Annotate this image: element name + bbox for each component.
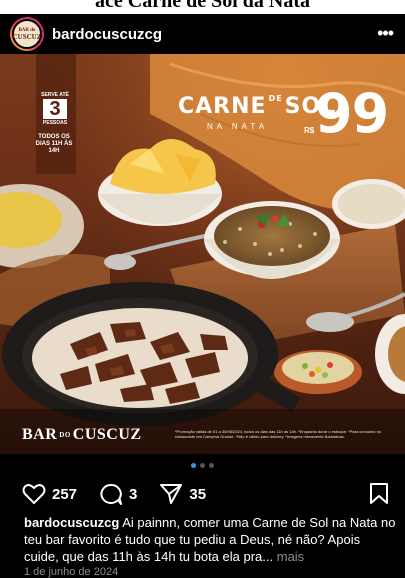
more-horizontal-icon[interactable]: ••• bbox=[377, 23, 394, 44]
legal-disclaimer: *Promoção válida de 01 a 30/06/2024, tod… bbox=[175, 429, 382, 439]
brand-logo: BAR DO CUSCUZ bbox=[22, 426, 142, 444]
share-action[interactable]: 35 bbox=[159, 483, 206, 505]
brand-do: DO bbox=[59, 431, 71, 440]
carousel-dot-active bbox=[191, 463, 196, 468]
title-part1: CARNE bbox=[178, 94, 267, 119]
comment-icon[interactable] bbox=[99, 483, 123, 505]
post-caption: bardocuscuzcg Ai painnn, comer uma Carne… bbox=[24, 514, 398, 565]
like-count[interactable]: 257 bbox=[52, 486, 77, 503]
caption-username[interactable]: bardocuscuzcg bbox=[24, 515, 119, 530]
badge-bottom-text: PESSOAS bbox=[42, 120, 68, 126]
previous-post-caption: ace Carne de Sol da Nata bbox=[95, 0, 310, 12]
promo-hours: TODOS OS DIAS 11H ÀS 14H bbox=[35, 134, 73, 154]
title-de: DE bbox=[268, 94, 283, 103]
caption-more-link[interactable]: mais bbox=[277, 549, 304, 564]
carousel-indicator bbox=[0, 463, 405, 469]
avatar-logo-text-bottom: CUSCUZ bbox=[12, 33, 42, 41]
post-header: BAR do CUSCUZ bardocuscuzcg ••• bbox=[0, 14, 405, 54]
action-bar: 257 3 35 bbox=[0, 481, 405, 507]
heart-icon[interactable] bbox=[22, 483, 46, 505]
badge-number: 3 bbox=[43, 99, 67, 119]
comment-count[interactable]: 3 bbox=[129, 486, 137, 503]
promo-subtitle: NA NATA bbox=[207, 122, 269, 131]
carousel-dot bbox=[209, 463, 214, 468]
bookmark-icon[interactable] bbox=[369, 483, 389, 505]
brand-part1: BAR bbox=[22, 426, 58, 443]
carousel-dot bbox=[200, 463, 205, 468]
like-action[interactable]: 257 bbox=[22, 483, 77, 505]
post-image[interactable]: SERVE ATÉ 3 PESSOAS TODOS OS DIAS 11H ÀS… bbox=[0, 54, 405, 454]
comment-action[interactable]: 3 bbox=[99, 483, 137, 505]
post-date: 1 de junho de 2024 bbox=[24, 566, 119, 578]
brand-part2: CUSCUZ bbox=[72, 426, 142, 443]
previous-post-caption-crop: ace Carne de Sol da Nata bbox=[0, 0, 405, 14]
avatar-logo: BAR do CUSCUZ bbox=[12, 19, 42, 49]
price-value: 99 bbox=[315, 82, 389, 145]
serves-badge: SERVE ATÉ 3 PESSOAS bbox=[40, 92, 70, 126]
username[interactable]: bardocuscuzcg bbox=[52, 26, 162, 43]
send-icon[interactable] bbox=[159, 483, 183, 505]
promo-title: CARNE DESOL bbox=[178, 94, 336, 119]
avatar[interactable]: BAR do CUSCUZ bbox=[10, 17, 44, 51]
share-count[interactable]: 35 bbox=[189, 486, 206, 503]
price-currency: R$ bbox=[304, 126, 315, 135]
